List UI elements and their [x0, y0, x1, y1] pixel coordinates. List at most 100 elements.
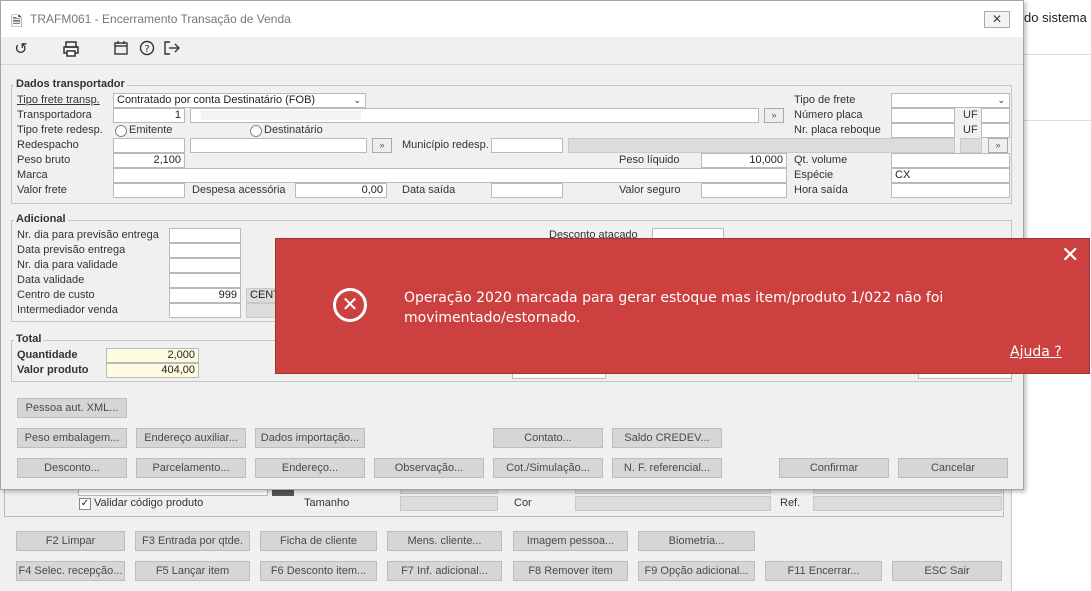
parcelamento-button[interactable]: Parcelamento...: [136, 458, 246, 478]
f7-inf-adicional-button[interactable]: F7 Inf. adicional...: [387, 561, 502, 581]
f3-entrada-button[interactable]: F3 Entrada por qtde.: [135, 531, 250, 551]
quantidade-label: Quantidade: [17, 349, 78, 361]
hora-saida-field[interactable]: [891, 183, 1010, 198]
document-icon: 🗎: [11, 13, 23, 29]
uf-placa-field[interactable]: [981, 108, 1010, 123]
nr-placa-reboque-label: Nr. placa reboque: [794, 124, 881, 136]
tipo-frete-transp-label: Tipo frete transp.: [17, 94, 100, 106]
despesa-acessoria-field[interactable]: 0,00: [295, 183, 387, 198]
redespacho-lookup-button[interactable]: »: [372, 138, 392, 153]
f2-limpar-button[interactable]: F2 Limpar: [16, 531, 125, 551]
data-validade-field[interactable]: [169, 273, 241, 288]
redespacho-code-field[interactable]: [113, 138, 185, 153]
adicional-group-title: Adicional: [14, 213, 68, 225]
nr-dia-validade-field[interactable]: [169, 258, 241, 273]
tipo-de-frete-select[interactable]: ⌄: [891, 93, 1010, 108]
dialog-titlebar: 🗎 TRAFM061 - Encerramento Transação de V…: [1, 1, 1023, 37]
qt-volume-field[interactable]: [891, 153, 1010, 168]
destinatario-label: Destinatário: [264, 124, 323, 136]
especie-field[interactable]: CX: [891, 168, 1010, 183]
valor-seguro-field[interactable]: [701, 183, 787, 198]
dados-importacao-button[interactable]: Dados importação...: [255, 428, 365, 448]
biometria-button[interactable]: Biometria...: [638, 531, 755, 551]
valor-produto-field: 404,00: [106, 363, 199, 378]
mens-cliente-button[interactable]: Mens. cliente...: [387, 531, 502, 551]
municipio-redesp-lookup-button[interactable]: »: [988, 138, 1008, 153]
emitente-label: Emitente: [129, 124, 173, 136]
f6-desconto-item-button[interactable]: F6 Desconto item...: [260, 561, 377, 581]
saldo-credev-button[interactable]: Saldo CREDEV...: [612, 428, 722, 448]
data-saida-label: Data saída: [402, 184, 456, 196]
ref-field[interactable]: [813, 496, 1002, 511]
municipio-redesp-label: Município redesp.: [402, 139, 489, 151]
confirmar-button[interactable]: Confirmar: [779, 458, 889, 478]
desconto-button[interactable]: Desconto...: [17, 458, 127, 478]
transportadora-lookup-button[interactable]: »: [764, 108, 784, 123]
marca-label: Marca: [17, 169, 48, 181]
valor-frete-field[interactable]: [113, 183, 185, 198]
f5-lancar-item-button[interactable]: F5 Lançar item: [135, 561, 250, 581]
nr-dia-previsao-field[interactable]: [169, 228, 241, 243]
valor-produto-label: Valor produto: [17, 364, 89, 376]
f4-selec-recepcao-button[interactable]: F4 Selec. recepção...: [16, 561, 125, 581]
observacao-button[interactable]: Observação...: [374, 458, 484, 478]
f8-remover-item-button[interactable]: F8 Remover item: [513, 561, 628, 581]
uf-reboque-field[interactable]: [981, 123, 1010, 138]
tamanho-field[interactable]: [400, 496, 498, 511]
nr-dia-validade-label: Nr. dia para validade: [17, 259, 118, 271]
redespacho-label: Redespacho: [17, 139, 79, 151]
data-previsao-label: Data previsão entrega: [17, 244, 126, 256]
numero-placa-label: Número placa: [794, 109, 863, 121]
pessoa-xml-button[interactable]: Pessoa aut. XML...: [17, 398, 127, 418]
calendar-icon[interactable]: [111, 40, 131, 60]
endereco-button[interactable]: Endereço...: [255, 458, 365, 478]
intermediador-field[interactable]: [169, 303, 241, 318]
data-saida-field[interactable]: [491, 183, 563, 198]
tipo-frete-transp-select[interactable]: Contratado por conta Destinatário (FOB) …: [113, 93, 366, 108]
centro-custo-label: Centro de custo: [17, 289, 95, 301]
toast-close-icon[interactable]: ✕: [1061, 243, 1079, 268]
peso-liquido-field[interactable]: 10,000: [701, 153, 787, 168]
print-icon[interactable]: [61, 40, 81, 60]
imagem-pessoa-button[interactable]: Imagem pessoa...: [513, 531, 628, 551]
refresh-icon[interactable]: ↺: [11, 40, 31, 60]
data-previsao-field[interactable]: [169, 243, 241, 258]
f11-encerrar-button[interactable]: F11 Encerrar...: [765, 561, 882, 581]
f9-opcao-adicional-button[interactable]: F9 Opção adicional...: [638, 561, 755, 581]
cor-field[interactable]: [575, 496, 771, 511]
validar-checkbox[interactable]: ✓: [79, 498, 91, 510]
toast-help-link[interactable]: Ajuda ?: [1010, 344, 1062, 360]
error-toast: ✕ ✕ Operação 2020 marcada para gerar est…: [275, 238, 1090, 374]
tipo-de-frete-label: Tipo de frete: [794, 94, 856, 106]
transportadora-code-field[interactable]: 1: [113, 108, 185, 123]
cancelar-button[interactable]: Cancelar: [898, 458, 1008, 478]
cor-label: Cor: [514, 497, 532, 509]
emitente-radio[interactable]: [115, 125, 127, 137]
nf-referencial-button[interactable]: N. F. referencial...: [612, 458, 722, 478]
endereco-auxiliar-button[interactable]: Endereço auxiliar...: [136, 428, 246, 448]
ficha-cliente-button[interactable]: Ficha de cliente: [260, 531, 377, 551]
redacted-name: [201, 110, 361, 120]
toast-message: Operação 2020 marcada para gerar estoque…: [404, 290, 944, 326]
cot-simulacao-button[interactable]: Cot./Simulação...: [493, 458, 603, 478]
transportadora-label: Transportadora: [17, 109, 92, 121]
intermediador-label: Intermediador venda: [17, 304, 118, 316]
peso-embalagem-button[interactable]: Peso embalagem...: [17, 428, 127, 448]
help-icon[interactable]: ?: [137, 40, 157, 60]
peso-bruto-field[interactable]: 2,100: [113, 153, 185, 168]
exit-icon[interactable]: [162, 40, 182, 60]
valor-seguro-label: Valor seguro: [619, 184, 681, 196]
numero-placa-field[interactable]: [891, 108, 955, 123]
tipo-frete-redesp-label: Tipo frete redesp.: [17, 124, 103, 136]
municipio-redesp-code-field[interactable]: [491, 138, 563, 153]
marca-field[interactable]: [113, 168, 787, 183]
contato-button[interactable]: Contato...: [493, 428, 603, 448]
esc-sair-button[interactable]: ESC Sair: [892, 561, 1002, 581]
ref-label: Ref.: [780, 497, 801, 509]
destinatario-radio[interactable]: [250, 125, 262, 137]
nr-placa-reboque-field[interactable]: [891, 123, 955, 138]
dialog-close-button[interactable]: ✕: [984, 11, 1010, 28]
uf-reboque-label: UF: [963, 124, 978, 136]
centro-custo-field[interactable]: 999: [169, 288, 241, 303]
redespacho-name-field[interactable]: [190, 138, 367, 153]
